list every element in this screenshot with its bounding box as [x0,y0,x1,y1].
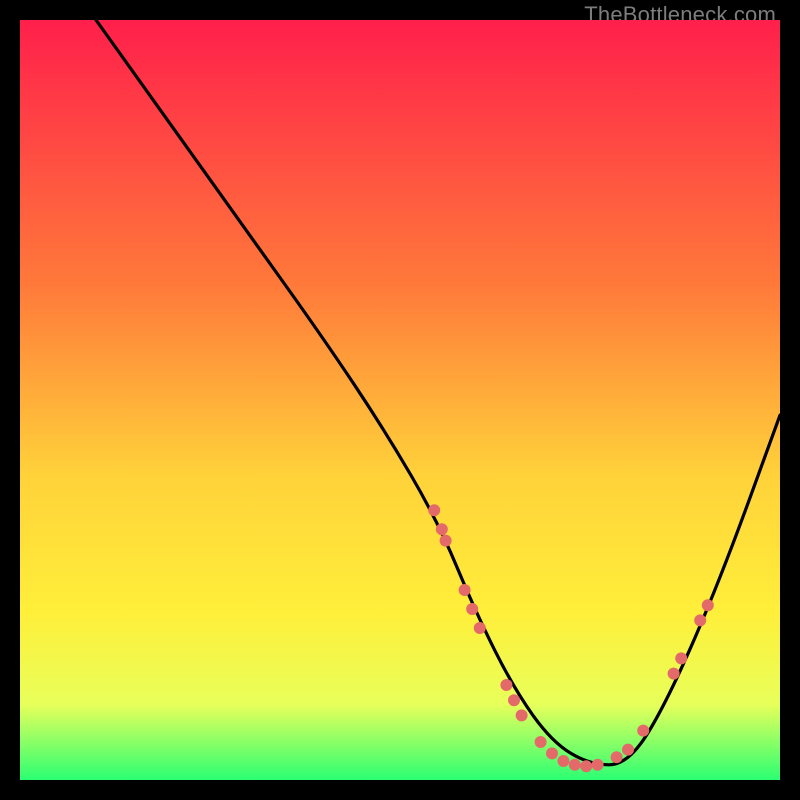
sample-point [516,709,528,721]
sample-point [668,668,680,680]
sample-point [637,725,649,737]
sample-point [508,694,520,706]
sample-point [592,759,604,771]
sample-point [459,584,471,596]
sample-point [466,603,478,615]
sample-point [694,614,706,626]
sample-point [569,759,581,771]
sample-point [535,736,547,748]
chart-svg [20,20,780,780]
sample-point [500,679,512,691]
sample-point [675,652,687,664]
sample-point [436,523,448,535]
sample-point [702,599,714,611]
chart-frame [20,20,780,780]
sample-point [474,622,486,634]
sample-point [440,535,452,547]
sample-point [622,744,634,756]
sample-point [580,760,592,772]
sample-point [557,755,569,767]
sample-point [611,751,623,763]
gradient-background [20,20,780,780]
sample-point [428,504,440,516]
sample-point [546,747,558,759]
